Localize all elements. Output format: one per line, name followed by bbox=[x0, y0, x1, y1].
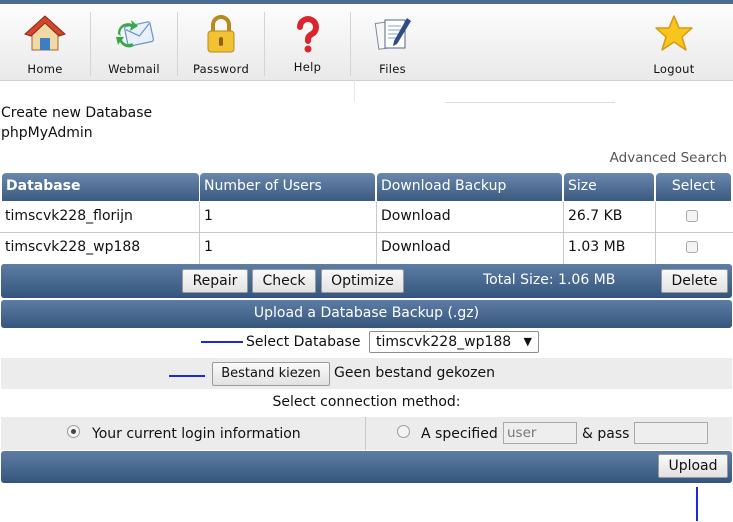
annotation-line bbox=[201, 341, 243, 343]
upload-actions-bar: Upload bbox=[1, 451, 732, 483]
column-header-users[interactable]: Number of Users bbox=[200, 173, 375, 201]
connection-options-row: Your current login information A specifi… bbox=[1, 417, 732, 450]
user-count: 1 bbox=[204, 239, 213, 255]
file-status-text: Geen bestand gekozen bbox=[334, 365, 495, 381]
padlock-icon bbox=[207, 15, 235, 53]
current-login-label: Your current login information bbox=[92, 426, 301, 442]
annotation-line bbox=[696, 487, 698, 521]
nav-logout-label: Logout bbox=[653, 62, 695, 76]
nav-files-label: Files bbox=[379, 62, 406, 76]
mail-icon bbox=[116, 20, 155, 48]
nav-webmail-label: Webmail bbox=[108, 62, 160, 76]
select-checkbox[interactable] bbox=[686, 210, 698, 222]
main-navigation: Home Webmail Password Help Files Logout bbox=[0, 4, 733, 80]
connection-method-label: Select connection method: bbox=[272, 394, 461, 410]
table-actions-bar: Repair Check Optimize Total Size: 1.06 M… bbox=[1, 264, 732, 298]
star-icon bbox=[655, 15, 693, 51]
select-database-row: Select Database timscvk228_wp188 ▼ bbox=[1, 328, 732, 358]
pass-label: & pass bbox=[582, 426, 630, 442]
download-backup-link[interactable]: Download bbox=[377, 202, 563, 231]
column-header-size[interactable]: Size bbox=[564, 173, 654, 201]
nav-help[interactable]: Help bbox=[265, 4, 350, 80]
user-count: 1 bbox=[204, 208, 213, 224]
file-chooser-row: Bestand kiezen Geen bestand gekozen bbox=[1, 358, 732, 389]
repair-button[interactable]: Repair bbox=[182, 269, 248, 293]
password-field[interactable] bbox=[634, 422, 708, 444]
upload-button[interactable]: Upload bbox=[658, 454, 728, 478]
choose-file-button[interactable]: Bestand kiezen bbox=[212, 362, 330, 386]
specified-login-label: A specified bbox=[421, 426, 498, 442]
phpmyadmin-link[interactable]: phpMyAdmin bbox=[1, 125, 93, 141]
divider bbox=[354, 80, 355, 102]
connection-method-row: Select connection method: bbox=[1, 389, 732, 417]
nav-help-label: Help bbox=[293, 60, 322, 74]
upload-section-title: Upload a Database Backup (.gz) bbox=[253, 305, 480, 321]
nav-logout[interactable]: Logout bbox=[630, 4, 718, 80]
nav-files[interactable]: Files bbox=[351, 4, 434, 80]
column-divider bbox=[655, 233, 656, 264]
database-select-value: timscvk228_wp188 bbox=[376, 334, 512, 350]
question-mark-icon bbox=[296, 16, 319, 53]
files-icon bbox=[374, 18, 411, 50]
check-button[interactable]: Check bbox=[252, 269, 316, 293]
database-name: timscvk228_florijn bbox=[5, 208, 133, 224]
annotation-line bbox=[169, 375, 205, 377]
database-select[interactable]: timscvk228_wp188 ▼ bbox=[369, 331, 539, 353]
nav-password-label: Password bbox=[192, 62, 250, 76]
column-header-database[interactable]: Database bbox=[2, 173, 199, 201]
database-size: 26.7 KB bbox=[568, 208, 623, 224]
nav-password[interactable]: Password bbox=[178, 4, 264, 80]
delete-button[interactable]: Delete bbox=[661, 269, 728, 293]
select-database-label: Select Database bbox=[246, 334, 361, 350]
create-database-link[interactable]: Create new Database bbox=[1, 105, 152, 121]
column-divider bbox=[655, 202, 656, 233]
option-divider bbox=[365, 417, 366, 450]
total-size-text: Total Size: 1.06 MB bbox=[483, 272, 616, 288]
table-row: timscvk228_florijn 1 Download 26.7 KB bbox=[0, 202, 733, 233]
nav-home[interactable]: Home bbox=[0, 4, 90, 80]
nav-home-label: Home bbox=[27, 62, 63, 76]
optimize-button[interactable]: Optimize bbox=[321, 269, 404, 293]
column-header-download[interactable]: Download Backup bbox=[377, 173, 562, 201]
select-checkbox[interactable] bbox=[686, 241, 698, 253]
divider bbox=[445, 102, 615, 103]
user-field[interactable] bbox=[503, 422, 577, 444]
current-login-radio[interactable] bbox=[67, 425, 80, 438]
database-size: 1.03 MB bbox=[568, 239, 626, 255]
upload-section-header: Upload a Database Backup (.gz) bbox=[1, 300, 732, 328]
chevron-down-icon: ▼ bbox=[523, 335, 532, 348]
download-backup-link[interactable]: Download bbox=[377, 233, 563, 262]
column-header-select[interactable]: Select bbox=[656, 173, 731, 201]
table-row: timscvk228_wp188 1 Download 1.03 MB bbox=[0, 233, 733, 264]
house-icon bbox=[24, 15, 66, 51]
advanced-search-link[interactable]: Advanced Search bbox=[610, 150, 727, 166]
nav-bottom-border bbox=[0, 80, 733, 81]
database-name: timscvk228_wp188 bbox=[5, 239, 141, 255]
nav-webmail[interactable]: Webmail bbox=[91, 4, 177, 80]
specified-login-radio[interactable] bbox=[397, 425, 410, 438]
